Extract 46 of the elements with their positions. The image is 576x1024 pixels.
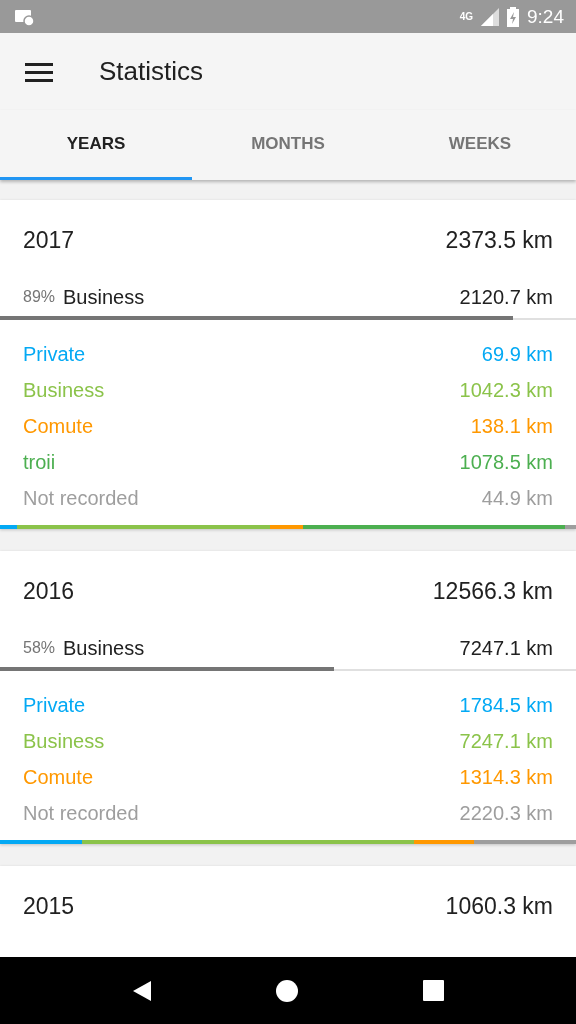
summary-label: Business [63, 285, 145, 309]
category-value: 138.1 km [470, 414, 553, 438]
category-label: Private [23, 693, 86, 717]
summary-value: 2120.7 km [459, 285, 553, 309]
category-value: 69.9 km [481, 342, 553, 366]
back-icon[interactable] [132, 979, 153, 1002]
year-card[interactable]: 2017 2373.5 km 89% Business 2120.7 km Private 69.9 km Business 1042.3 km Comute 138.1 km troii 1078.5 km Not recorded 44.9 km [0, 200, 576, 529]
category-label: Not recorded [23, 801, 139, 825]
year-label: 2016 [23, 577, 75, 605]
category-value: 2220.3 km [459, 801, 553, 825]
category-value: 1042.3 km [459, 378, 553, 402]
year-card[interactable]: 2016 12566.3 km 58% Business 7247.1 km Private 1784.5 km Business 7247.1 km Comute 1314.3 km Not recorded 2220.3 km [0, 551, 576, 844]
summary-label: Business [63, 636, 145, 660]
signal-icon [481, 7, 499, 26]
category-value: 7247.1 km [459, 729, 553, 753]
category-label: Comute [23, 765, 94, 789]
category-value: 1314.3 km [459, 765, 553, 789]
percent-label: 58% [23, 639, 56, 657]
summary-value: 7247.1 km [459, 636, 553, 660]
tab[interactable]: YEARS [0, 110, 192, 180]
category-label: Business [23, 378, 105, 402]
notification-icon [14, 7, 36, 26]
category-value: 44.9 km [481, 486, 553, 510]
home-icon[interactable] [276, 979, 299, 1002]
tab[interactable]: WEEKS [384, 110, 576, 180]
category-label: troii [23, 450, 56, 474]
category-label: Business [23, 729, 105, 753]
category-label: Not recorded [23, 486, 139, 510]
category-label: Comute [23, 414, 94, 438]
recents-icon[interactable] [422, 980, 444, 1001]
screen-title: Statistics [99, 56, 204, 87]
year-label: 2017 [23, 226, 75, 254]
year-total: 1060.3 km [445, 892, 553, 920]
year-total: 2373.5 km [445, 226, 553, 254]
network-type: 4G [459, 11, 473, 22]
category-label: Private [23, 342, 86, 366]
category-value: 1078.5 km [459, 450, 553, 474]
percent-label: 89% [23, 288, 56, 306]
year-total: 12566.3 km [432, 577, 553, 605]
year-label: 2015 [23, 892, 75, 920]
menu-icon[interactable] [25, 61, 53, 82]
year-card[interactable]: 2015 1060.3 km [0, 866, 576, 957]
clock: 9:24 [527, 5, 564, 28]
battery-icon [507, 6, 519, 27]
tab[interactable]: MONTHS [192, 110, 384, 180]
category-value: 1784.5 km [459, 693, 553, 717]
